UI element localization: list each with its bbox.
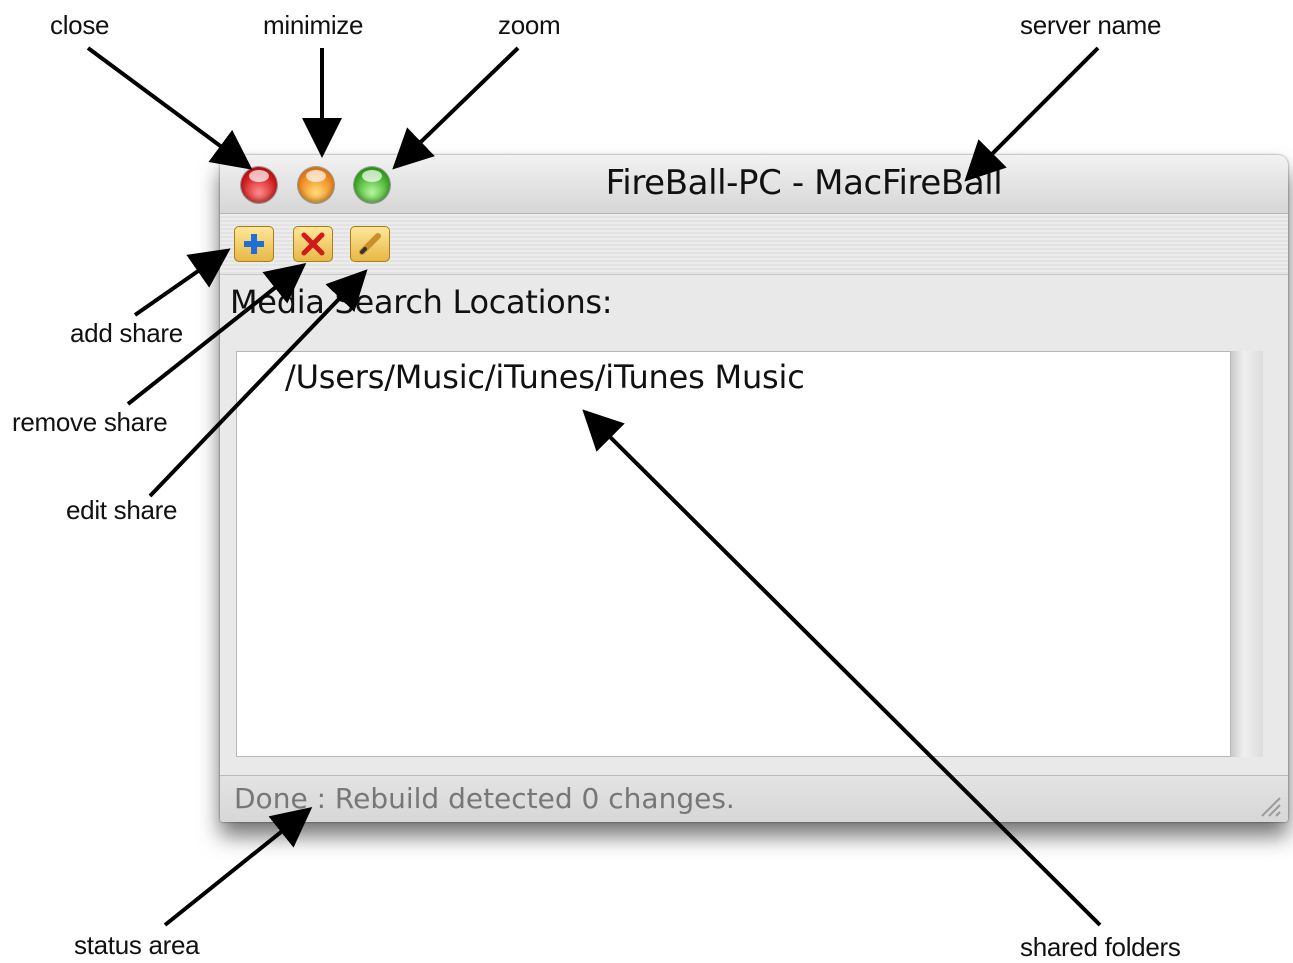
callout-status-area: status area bbox=[74, 930, 200, 960]
callout-minimize: minimize bbox=[263, 10, 364, 40]
app-window: FireBall-PC - MacFireBall Media Search L… bbox=[220, 155, 1288, 822]
callout-edit-share: edit share bbox=[66, 495, 178, 525]
toolbar bbox=[220, 214, 1288, 275]
close-button[interactable] bbox=[241, 167, 277, 203]
resize-grip-icon[interactable] bbox=[1256, 792, 1282, 818]
media-search-locations-label: Media Search Locations: bbox=[230, 283, 613, 321]
add-share-button[interactable] bbox=[234, 226, 274, 262]
arrow-close bbox=[86, 46, 253, 170]
folder-add-icon bbox=[244, 234, 264, 254]
status-text: Done : Rebuild detected 0 changes. bbox=[234, 782, 735, 815]
folder-edit-icon bbox=[359, 233, 381, 255]
vertical-scrollbar[interactable] bbox=[1230, 351, 1263, 757]
arrow-zoom bbox=[392, 46, 520, 170]
arrow-status-area bbox=[163, 806, 313, 927]
status-bar: Done : Rebuild detected 0 changes. bbox=[220, 775, 1288, 822]
arrow-add-share bbox=[133, 248, 231, 317]
list-item[interactable]: /Users/Music/iTunes/iTunes Music bbox=[285, 358, 805, 396]
callout-server-name: server name bbox=[1020, 10, 1162, 40]
remove-share-button[interactable] bbox=[293, 226, 333, 262]
callout-close: close bbox=[50, 10, 110, 40]
callout-remove-share: remove share bbox=[12, 407, 168, 437]
edit-share-button[interactable] bbox=[350, 226, 390, 262]
zoom-button[interactable] bbox=[354, 167, 390, 203]
callout-zoom: zoom bbox=[498, 10, 561, 40]
title-bar[interactable]: FireBall-PC - MacFireBall bbox=[220, 155, 1288, 214]
folder-remove-icon bbox=[301, 232, 325, 256]
callout-shared-folders: shared folders bbox=[1020, 932, 1181, 962]
minimize-button[interactable] bbox=[298, 167, 334, 203]
shared-folders-list[interactable]: /Users/Music/iTunes/iTunes Music bbox=[236, 351, 1248, 757]
callout-add-share: add share bbox=[70, 318, 183, 348]
window-title: FireBall-PC - MacFireBall bbox=[605, 163, 1003, 203]
